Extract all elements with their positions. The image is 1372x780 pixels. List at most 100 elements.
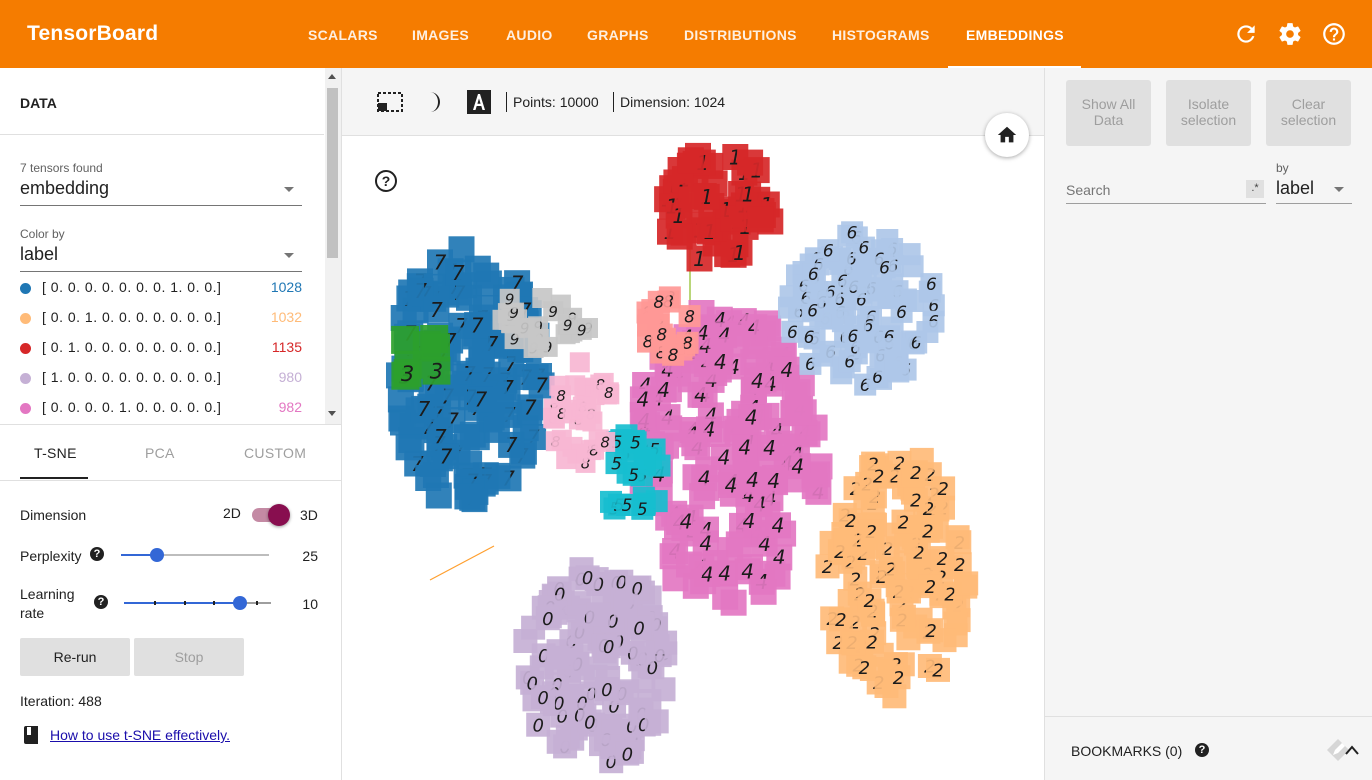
embedding-point[interactable] xyxy=(556,449,577,470)
embedding-point[interactable]: 4 xyxy=(756,434,783,461)
embedding-point[interactable]: 2 xyxy=(891,509,916,534)
tsne-help-link[interactable]: How to use t-SNE effectively. xyxy=(50,727,230,743)
perplexity-help-icon[interactable]: ? xyxy=(90,547,104,561)
search-input[interactable] xyxy=(1066,178,1242,202)
embedding-point[interactable] xyxy=(725,531,752,558)
isolate-selection-button[interactable]: Isolate selection xyxy=(1166,80,1251,146)
embedding-point[interactable]: 2 xyxy=(915,518,940,543)
embedding-point[interactable]: 3 xyxy=(393,359,422,388)
settings-icon[interactable] xyxy=(1277,21,1303,47)
embedding-point[interactable]: 2 xyxy=(930,546,955,571)
tab-custom[interactable]: CUSTOM xyxy=(244,445,306,461)
embedding-point[interactable] xyxy=(678,186,705,213)
perplexity-slider[interactable] xyxy=(121,548,269,562)
slider-knob[interactable] xyxy=(149,548,164,562)
embedding-point[interactable] xyxy=(856,331,879,354)
dimension-toggle[interactable] xyxy=(252,504,290,526)
embedding-point[interactable] xyxy=(395,434,422,461)
embedding-point[interactable]: 4 xyxy=(731,434,758,461)
tab-distributions[interactable]: DISTRIBUTIONS xyxy=(684,27,797,43)
embedding-point[interactable] xyxy=(898,243,921,266)
embedding-point[interactable]: 6 xyxy=(920,273,943,295)
bookmarks-help-icon[interactable]: ? xyxy=(1195,743,1209,757)
embedding-point[interactable] xyxy=(891,604,916,629)
embedding-point[interactable]: 4 xyxy=(629,386,656,413)
embedding-point[interactable]: 6 xyxy=(817,239,840,261)
embedding-point[interactable] xyxy=(677,147,704,174)
embedding-point[interactable] xyxy=(454,483,481,510)
embedding-point[interactable] xyxy=(552,645,577,670)
scroll-up-arrow-icon[interactable] xyxy=(328,74,336,79)
embedding-point[interactable] xyxy=(689,483,716,510)
embedding-point[interactable]: 1 xyxy=(726,239,753,266)
rerun-button[interactable]: Re-run xyxy=(20,638,130,676)
embedding-point[interactable]: 8 xyxy=(647,290,670,313)
embedding-point[interactable] xyxy=(653,630,678,655)
embedding-point[interactable]: 4 xyxy=(744,367,771,394)
embedding-point[interactable] xyxy=(753,310,780,337)
embedding-point[interactable]: 7 xyxy=(467,386,494,413)
tab-audio[interactable]: AUDIO xyxy=(506,27,553,43)
embedding-point[interactable]: 7 xyxy=(410,395,437,422)
embedding-point[interactable]: 0 xyxy=(594,677,619,702)
embedding-point[interactable] xyxy=(894,579,919,604)
embedding-point[interactable] xyxy=(422,333,450,362)
embedding-point[interactable] xyxy=(720,205,747,232)
embedding-point[interactable]: 2 xyxy=(903,487,928,512)
embedding-point[interactable] xyxy=(812,344,835,367)
embedding-point[interactable] xyxy=(681,430,708,457)
embedding-point[interactable]: 0 xyxy=(577,709,602,734)
embedding-point[interactable] xyxy=(853,485,878,510)
tab-tsne[interactable]: T-SNE xyxy=(34,445,77,461)
tab-graphs[interactable]: GRAPHS xyxy=(587,27,649,43)
embedding-point[interactable]: 8 xyxy=(598,382,619,403)
embedding-point[interactable]: 7 xyxy=(445,259,472,286)
embedding-point[interactable] xyxy=(483,416,510,443)
embedding-point[interactable]: 4 xyxy=(739,466,766,493)
embedding-point[interactable] xyxy=(720,589,747,616)
tensor-select[interactable]: embedding xyxy=(20,178,302,206)
embedding-point[interactable]: 6 xyxy=(801,299,824,321)
embedding-point[interactable] xyxy=(849,268,872,291)
embedding-point[interactable]: 5 xyxy=(616,494,639,516)
stop-button[interactable]: Stop xyxy=(134,638,244,676)
embedding-point[interactable]: 2 xyxy=(866,464,891,488)
embedding-point[interactable] xyxy=(785,395,812,422)
embedding-point[interactable]: 4 xyxy=(711,560,738,587)
embedding-point[interactable]: 8 xyxy=(662,343,685,366)
tab-images[interactable]: IMAGES xyxy=(412,27,469,43)
embedding-point[interactable] xyxy=(737,149,764,176)
embedding-point[interactable]: 6 xyxy=(841,221,864,243)
embedding-point[interactable]: 4 xyxy=(707,348,734,375)
learning-rate-help-icon[interactable]: ? xyxy=(94,595,108,609)
embedding-point[interactable] xyxy=(916,321,939,343)
tab-embeddings[interactable]: EMBEDDINGS xyxy=(966,27,1064,43)
embedding-point[interactable] xyxy=(651,677,676,702)
clear-selection-button[interactable]: Clear selection xyxy=(1266,80,1351,146)
embedding-point[interactable]: 2 xyxy=(903,460,928,485)
slider-knob[interactable] xyxy=(233,596,248,610)
embedding-point[interactable]: 0 xyxy=(531,685,556,710)
embedding-point[interactable] xyxy=(562,399,583,420)
embedding-canvas[interactable]: 7777777777777777777777777777777777777777… xyxy=(342,136,1044,780)
chevron-up-icon[interactable] xyxy=(1345,744,1359,756)
embedding-point[interactable] xyxy=(546,729,571,754)
embedding-point[interactable] xyxy=(630,640,655,665)
embedding-point[interactable]: 0 xyxy=(615,741,640,766)
embedding-point[interactable] xyxy=(456,450,483,477)
embedding-point[interactable]: 8 xyxy=(678,305,701,327)
embedding-point[interactable] xyxy=(801,473,828,500)
embedding-point[interactable] xyxy=(569,352,590,373)
embedding-point[interactable]: 0 xyxy=(596,634,621,659)
embedding-point[interactable]: 2 xyxy=(926,657,950,682)
embedding-point[interactable] xyxy=(870,277,892,300)
embedding-point[interactable] xyxy=(841,631,866,656)
embedding-point[interactable] xyxy=(896,626,921,651)
embedding-point[interactable]: 9 xyxy=(557,314,578,335)
help-icon[interactable] xyxy=(1321,21,1347,47)
embedding-point[interactable] xyxy=(833,527,858,552)
embedding-point[interactable]: 0 xyxy=(526,712,551,737)
embedding-point[interactable]: 4 xyxy=(673,508,700,535)
embedding-point[interactable]: 2 xyxy=(931,476,956,501)
embedding-point[interactable] xyxy=(484,462,511,489)
